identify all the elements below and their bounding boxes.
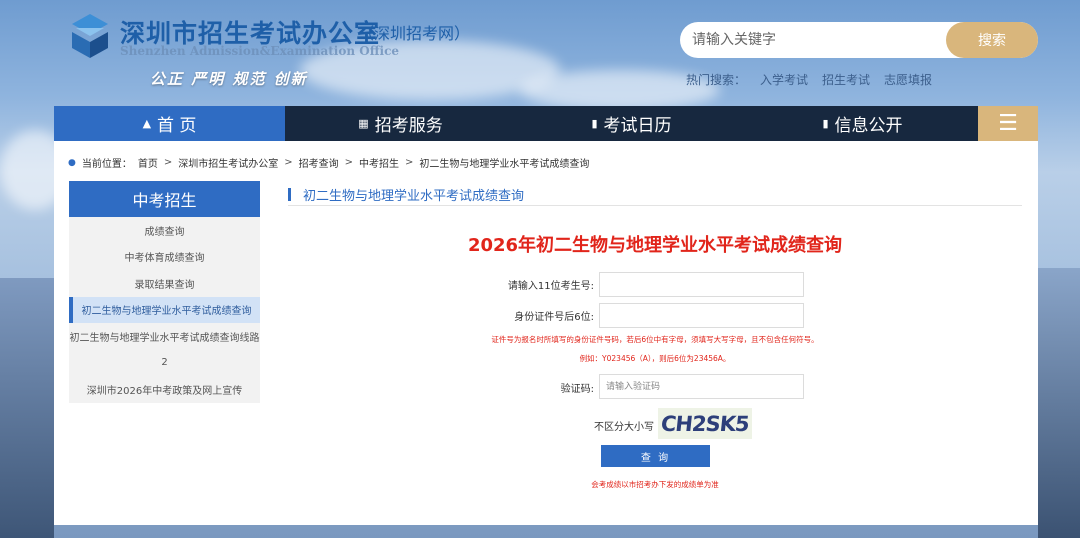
hot-search: 热门搜索： 入学考试 招生考试 志愿填报 (686, 71, 932, 88)
section-title-text: 初二生物与地理学业水平考试成绩查询 (303, 189, 525, 204)
info-icon: ▮ (822, 117, 829, 130)
nav-item-label: 首 页 (157, 116, 197, 136)
menu-button[interactable]: ☰ (978, 106, 1038, 141)
search-input[interactable] (692, 22, 942, 58)
sidebar-heading: 中考招生 (69, 181, 260, 217)
breadcrumb: ● 当前位置： 首页 > 深圳市招生考试办公室 > 招考查询 > 中考招生 > … (68, 155, 589, 170)
section-title: 初二生物与地理学业水平考试成绩查询 (288, 184, 1022, 206)
captcha-label: 验证码: (560, 384, 594, 395)
hot-search-link[interactable]: 志愿填报 (884, 71, 932, 88)
search-button[interactable]: 搜索 (946, 22, 1038, 58)
exam-number-input[interactable] (599, 272, 804, 297)
city-skyline-left (0, 278, 54, 538)
captcha-image[interactable]: CH2SK5 (658, 408, 752, 439)
breadcrumb-separator: > (405, 157, 414, 168)
grid-icon: ▦ (358, 117, 369, 130)
section-title-bar (288, 188, 291, 201)
logo-icon (66, 10, 114, 62)
query-button[interactable]: 查 询 (601, 445, 710, 467)
sidebar-item-bio-geo-score[interactable]: 初二生物与地理学业水平考试成绩查询 (69, 296, 260, 323)
hot-search-label: 热门搜索： (686, 73, 747, 87)
exam-number-label: 请输入11位考生号: (507, 281, 594, 292)
captcha-text: CH2SK5 (659, 411, 751, 436)
calendar-icon: ▮ (591, 117, 598, 130)
id-suffix-label: 身份证件号后6位: (514, 312, 594, 323)
site-title-english: Shenzhen Admission&Examination Office (120, 44, 400, 58)
search-box: 搜索 (680, 22, 1038, 58)
sidebar: 中考招生 成绩查询 中考体育成绩查询 录取结果查询 初二生物与地理学业水平考试成… (69, 181, 260, 403)
home-icon: ▲ (142, 117, 152, 130)
city-skyline-right (1038, 268, 1080, 538)
score-footer-note: 会考成绩以市招考办下发的成绩单为准 (591, 480, 719, 489)
id-note: 证件号为报名时所填写的身份证件号码，若后6位中有字母，须填写大写字母，且不包含任… (491, 335, 819, 344)
hot-search-link[interactable]: 招生考试 (822, 71, 870, 88)
nav-item-services[interactable]: ▦ 招考服务 (285, 106, 516, 141)
nav-item-label: 考试日历 (603, 116, 672, 136)
breadcrumb-separator: > (344, 157, 354, 168)
breadcrumb-separator: > (163, 157, 173, 168)
breadcrumb-link[interactable]: 招考查询 (299, 155, 339, 170)
hamburger-icon: ☰ (998, 111, 1018, 136)
site-slogan: 公正 严明 规范 创新 (150, 70, 308, 88)
sidebar-item-policy[interactable]: 深圳市2026年中考政策及网上宣传 (69, 376, 260, 403)
nav-item-home[interactable]: ▲ 首 页 (54, 106, 285, 141)
nav-item-label: 信息公开 (834, 116, 903, 136)
main-nav: ▲ 首 页 ▦ 招考服务 ▮ 考试日历 ▮ 信息公开 ☰ (54, 106, 1038, 141)
sidebar-item-bio-geo-line[interactable]: 初二生物与地理学业水平考试成绩查询线路 (69, 323, 260, 350)
site-subtitle: （深圳招考网） (358, 24, 471, 43)
sidebar-item-admission-result[interactable]: 录取结果查询 (69, 270, 260, 297)
breadcrumb-current: 初二生物与地理学业水平考试成绩查询 (419, 159, 590, 170)
content-panel: ● 当前位置： 首页 > 深圳市招生考试办公室 > 招考查询 > 中考招生 > … (54, 141, 1038, 525)
captcha-input[interactable] (599, 374, 804, 399)
nav-item-info[interactable]: ▮ 信息公开 (747, 106, 978, 141)
case-insensitive-note: 不区分大小写 (594, 422, 654, 433)
sidebar-item-bio-geo-line-2[interactable]: 2 (69, 350, 260, 377)
breadcrumb-link[interactable]: 深圳市招生考试办公室 (178, 155, 278, 170)
sidebar-item-score-query[interactable]: 成绩查询 (69, 217, 260, 244)
location-pin-icon: ● (68, 157, 76, 168)
breadcrumb-link[interactable]: 中考招生 (359, 155, 399, 170)
id-suffix-input[interactable] (599, 303, 804, 328)
nav-item-label: 招考服务 (374, 116, 443, 136)
nav-item-calendar[interactable]: ▮ 考试日历 (516, 106, 747, 141)
form-title: 2026年初二生物与地理学业水平考试成绩查询 (467, 235, 843, 256)
breadcrumb-link[interactable]: 首页 (138, 155, 158, 170)
hot-search-link[interactable]: 入学考试 (760, 71, 808, 88)
sidebar-item-pe-score[interactable]: 中考体育成绩查询 (69, 244, 260, 271)
breadcrumb-separator: > (284, 157, 293, 168)
breadcrumb-prefix: 当前位置： (81, 159, 132, 170)
id-example: 例如：Y023456（A），则后6位为23456A。 (579, 354, 731, 363)
